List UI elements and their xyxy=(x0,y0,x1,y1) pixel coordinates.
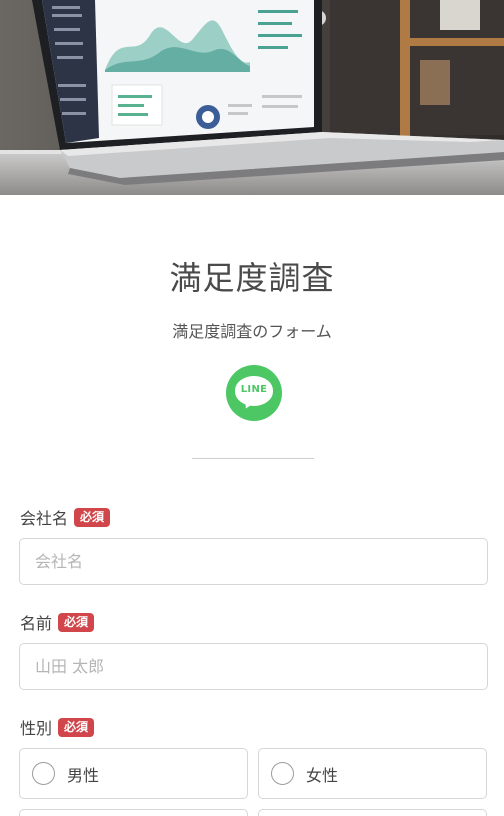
radio-circle-icon[interactable] xyxy=(32,762,55,785)
gender-option-female[interactable]: 女性 xyxy=(258,748,487,799)
hero-image xyxy=(0,0,504,195)
company-label-row: 会社名 必須 xyxy=(20,505,111,529)
form-title: 満足度調査 xyxy=(169,259,335,297)
gender-label: 性別 xyxy=(20,719,53,738)
company-input[interactable] xyxy=(19,538,488,585)
line-badge-text: LINE xyxy=(240,384,268,395)
required-badge: 必須 xyxy=(58,717,95,737)
gender-option-label: 男性 xyxy=(67,765,100,785)
gender-option-row-2-left[interactable] xyxy=(19,809,248,816)
form-subtitle: 満足度調査のフォーム xyxy=(172,322,332,341)
gender-option-male[interactable]: 男性 xyxy=(19,748,248,799)
gender-option-row-2-right[interactable] xyxy=(258,809,487,816)
gender-label-row: 性別 必須 xyxy=(20,715,95,739)
name-label: 名前 xyxy=(20,614,53,633)
radio-circle-icon[interactable] xyxy=(271,762,294,785)
divider xyxy=(192,458,314,459)
gender-option-label: 女性 xyxy=(306,765,339,785)
name-input[interactable] xyxy=(19,643,488,690)
line-icon: LINE xyxy=(226,365,282,421)
name-label-row: 名前 必須 xyxy=(20,610,95,634)
company-label: 会社名 xyxy=(20,509,69,528)
required-badge: 必須 xyxy=(74,507,111,527)
required-badge: 必須 xyxy=(58,612,95,632)
